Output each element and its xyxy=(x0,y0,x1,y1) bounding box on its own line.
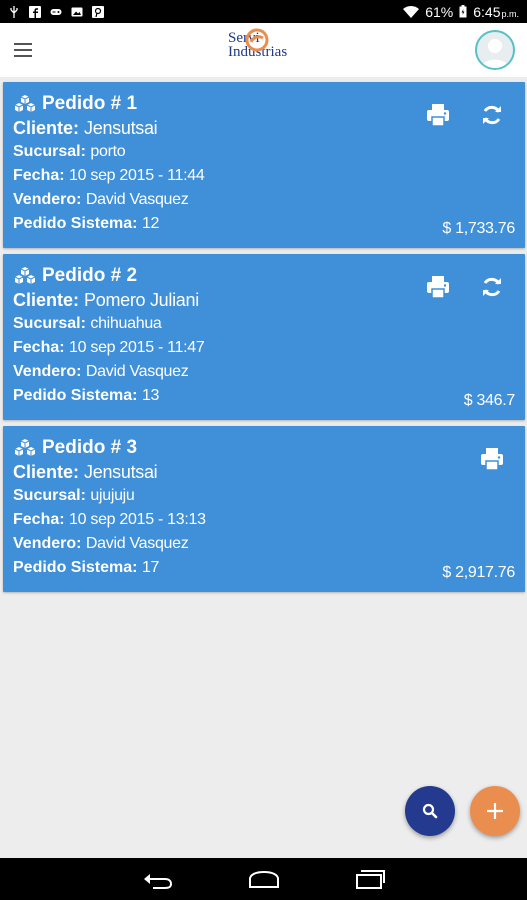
logo-swoosh-icon xyxy=(245,28,269,52)
cliente-label: Cliente: xyxy=(13,290,80,310)
printer-icon[interactable] xyxy=(479,446,505,472)
cliente-label: Cliente: xyxy=(13,462,80,482)
sucursal-value: chihuahua xyxy=(90,315,162,332)
cliente-value: Jensutsai xyxy=(84,118,158,138)
back-icon xyxy=(143,874,172,889)
printer-icon[interactable] xyxy=(425,274,451,300)
vendero-label: Vendero: xyxy=(13,191,82,208)
pedido-sistema-label: Pedido Sistema: xyxy=(13,387,138,404)
search-button[interactable] xyxy=(405,786,455,836)
user-avatar[interactable] xyxy=(475,30,515,70)
home-icon xyxy=(248,870,279,888)
order-card[interactable]: Pedido # 3 Cliente: Jensutsai Sucursal: … xyxy=(3,426,525,592)
usb-icon xyxy=(10,5,18,18)
printer-icon[interactable] xyxy=(425,102,451,128)
app-logo: Servi Industrias xyxy=(228,28,287,60)
user-icon xyxy=(481,39,509,68)
back-button[interactable] xyxy=(141,867,175,891)
vendero-value: David Vasquez xyxy=(85,363,189,380)
order-total: $ 346.7 xyxy=(463,392,516,409)
cliente-value: Pomero Juliani xyxy=(84,290,199,310)
pinterest-icon xyxy=(92,5,104,18)
cliente-value: Jensutsai xyxy=(84,462,158,482)
cubes-icon xyxy=(14,267,36,284)
sucursal-label: Sucursal: xyxy=(13,143,86,160)
fecha-label: Fecha: xyxy=(13,167,65,184)
order-title: Pedido # 3 xyxy=(42,437,138,458)
fecha-value: 10 sep 2015 - 11:47 xyxy=(69,339,205,356)
orders-list: Pedido # 1 Cliente: Jensutsai Sucursal: … xyxy=(3,82,525,598)
sync-icon[interactable] xyxy=(479,102,505,128)
order-title: Pedido # 2 xyxy=(42,265,138,286)
facebook-icon xyxy=(29,5,41,18)
cubes-icon xyxy=(14,95,36,112)
battery-icon xyxy=(459,5,467,18)
status-bar: 61% 6:45p.m. xyxy=(0,0,527,23)
sync-icon[interactable] xyxy=(479,274,505,300)
cubes-icon xyxy=(14,439,36,456)
recents-button[interactable] xyxy=(353,867,387,891)
app-bar: Servi Industrias xyxy=(0,23,527,77)
sucursal-label: Sucursal: xyxy=(13,315,86,332)
vendero-label: Vendero: xyxy=(13,535,82,552)
vendero-label: Vendero: xyxy=(13,363,82,380)
pedido-sistema-label: Pedido Sistema: xyxy=(13,215,138,232)
battery-percent: 61% xyxy=(425,3,454,20)
image-icon xyxy=(71,7,83,16)
fecha-value: 10 sep 2015 - 13:13 xyxy=(69,511,206,528)
order-total: $ 1,733.76 xyxy=(442,220,515,237)
pedido-sistema-value: 17 xyxy=(141,559,160,576)
gamepad-icon xyxy=(50,8,62,15)
add-order-button[interactable] xyxy=(470,786,520,836)
order-card[interactable]: Pedido # 1 Cliente: Jensutsai Sucursal: … xyxy=(3,82,525,248)
pedido-sistema-value: 12 xyxy=(141,215,160,232)
pedido-sistema-value: 13 xyxy=(141,387,160,404)
sucursal-value: ujujuju xyxy=(90,487,135,504)
cliente-label: Cliente: xyxy=(13,118,80,138)
plus-icon xyxy=(487,803,503,819)
vendero-value: David Vasquez xyxy=(85,191,189,208)
order-total: $ 2,917.76 xyxy=(442,564,515,581)
fecha-value: 10 sep 2015 - 11:44 xyxy=(69,167,205,184)
fecha-label: Fecha: xyxy=(13,511,65,528)
clock-ampm: p.m. xyxy=(501,8,519,19)
order-card[interactable]: Pedido # 2 Cliente: Pomero Juliani Sucur… xyxy=(3,254,525,420)
sucursal-label: Sucursal: xyxy=(13,487,86,504)
vendero-value: David Vasquez xyxy=(85,535,189,552)
wifi-icon xyxy=(403,5,420,18)
order-title: Pedido # 1 xyxy=(42,93,138,114)
clock: 6:45 xyxy=(473,3,501,20)
notification-icons xyxy=(8,5,104,18)
pedido-sistema-label: Pedido Sistema: xyxy=(13,559,138,576)
home-button[interactable] xyxy=(247,867,281,891)
hamburger-icon xyxy=(14,43,32,45)
menu-button[interactable] xyxy=(14,37,40,63)
fecha-label: Fecha: xyxy=(13,339,65,356)
system-status: 61% 6:45p.m. xyxy=(403,4,519,20)
system-nav-bar xyxy=(0,858,527,900)
search-icon xyxy=(422,803,438,819)
sucursal-value: porto xyxy=(90,143,126,160)
recents-icon xyxy=(355,870,385,889)
